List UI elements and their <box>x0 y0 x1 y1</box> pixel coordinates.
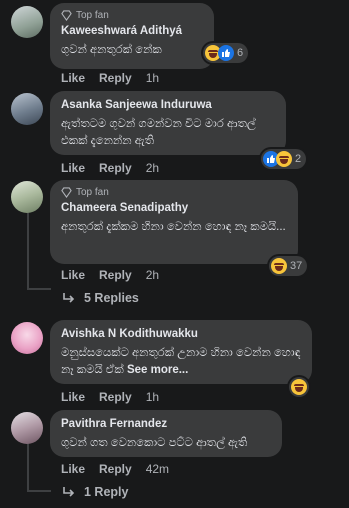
timestamp[interactable]: 1h <box>146 71 159 85</box>
comment-bubble: Top fan Chameera Senadipathy අනතුරක් දැක… <box>50 180 298 264</box>
top-fan-badge: Top fan <box>61 10 203 21</box>
comment-author[interactable]: Avishka N Kodithuwakku <box>61 327 301 342</box>
avatar[interactable] <box>11 6 43 38</box>
timestamp[interactable]: 42m <box>146 462 169 476</box>
comment-actions: Like Reply 42m <box>61 462 169 476</box>
comment-author[interactable]: Kaweeshwará Adithyá <box>61 24 203 39</box>
replies-label: 5 Replies <box>84 291 139 305</box>
reaction-count: 37 <box>290 260 303 272</box>
reaction-summary[interactable]: 37 <box>269 256 308 276</box>
comment-actions: Like Reply 2h <box>61 268 159 282</box>
see-more-link[interactable]: See more... <box>127 364 188 376</box>
like-reaction-icon <box>218 45 234 61</box>
reply-button[interactable]: Reply <box>99 390 132 404</box>
comment-author[interactable]: Pavithra Fernandez <box>61 417 271 432</box>
timestamp[interactable]: 2h <box>146 161 159 175</box>
comment-bubble: Avishka N Kodithuwakku මනුස්සයෙක්ට අනතුර… <box>50 320 312 384</box>
thread-line <box>27 212 29 290</box>
like-button[interactable]: Like <box>61 268 85 282</box>
comment-text: මනුස්සයෙක්ට අනතුරක් උනාම හිනා වෙන්න හොඳ … <box>61 345 301 379</box>
thread-line-curve <box>27 288 51 290</box>
comment-bubble: Asanka Sanjeewa Induruwa ඇත්තටම ගුවන් ගම… <box>50 91 286 155</box>
avatar[interactable] <box>11 322 43 354</box>
reaction-count: 2 <box>295 153 302 165</box>
comment-author[interactable]: Asanka Sanjeewa Induruwa <box>61 98 275 113</box>
comment-text: ගුවන් ගත වෙනකොට පට්ට ආතල් ඇති <box>61 437 248 449</box>
comment-actions: Like Reply 2h <box>61 161 159 175</box>
like-button[interactable]: Like <box>61 71 85 85</box>
like-button[interactable]: Like <box>61 161 85 175</box>
thread-line-curve <box>27 490 51 492</box>
timestamp[interactable]: 2h <box>146 268 159 282</box>
top-fan-badge: Top fan <box>61 187 287 198</box>
reaction-summary[interactable]: 2 <box>261 149 307 169</box>
avatar[interactable] <box>11 93 43 125</box>
timestamp[interactable]: 1h <box>146 390 159 404</box>
replies-label: 1 Reply <box>84 485 129 499</box>
reaction-summary[interactable] <box>289 377 309 397</box>
comment-bubble: Top fan Kaweeshwará Adithyá ගුවන් අනතුරක… <box>50 3 247 69</box>
thread-line <box>27 442 29 492</box>
comment-text: ගුවන් අනතුරක් නේක <box>61 44 162 56</box>
comment-actions: Like Reply 1h <box>61 71 159 85</box>
badge-label: Top fan <box>76 187 109 198</box>
comment-text: ඇත්තටම ගුවන් ගමන්වන විට මාර ආතල් එකක් දැ… <box>61 118 256 147</box>
reply-button[interactable]: Reply <box>99 462 132 476</box>
reply-arrow-icon <box>63 487 75 497</box>
reply-arrow-icon <box>63 293 75 303</box>
reaction-count: 6 <box>237 47 244 59</box>
reply-button[interactable]: Reply <box>99 71 132 85</box>
laugh-reaction-icon <box>271 258 287 274</box>
diamond-icon <box>61 187 72 198</box>
comment-text: අනතුරක් දැක්කම හිනා වෙන්න හොඳ නෑ කමයි... <box>61 221 286 233</box>
avatar[interactable] <box>11 412 43 444</box>
like-button[interactable]: Like <box>61 462 85 476</box>
reply-button[interactable]: Reply <box>99 161 132 175</box>
reply-button[interactable]: Reply <box>99 268 132 282</box>
laugh-reaction-icon <box>291 379 307 395</box>
view-replies-link[interactable]: 1 Reply <box>62 485 128 499</box>
badge-label: Top fan <box>76 10 109 21</box>
laugh-reaction-icon <box>276 151 292 167</box>
comment-author[interactable]: Chameera Senadipathy <box>61 201 287 216</box>
comment-actions: Like Reply 1h <box>61 390 159 404</box>
avatar[interactable] <box>11 181 43 213</box>
reaction-summary[interactable]: 6 <box>203 43 249 63</box>
diamond-icon <box>61 10 72 21</box>
like-button[interactable]: Like <box>61 390 85 404</box>
comment-bubble: Pavithra Fernandez ගුවන් ගත වෙනකොට පට්ට … <box>50 410 282 457</box>
view-replies-link[interactable]: 5 Replies <box>62 291 139 305</box>
